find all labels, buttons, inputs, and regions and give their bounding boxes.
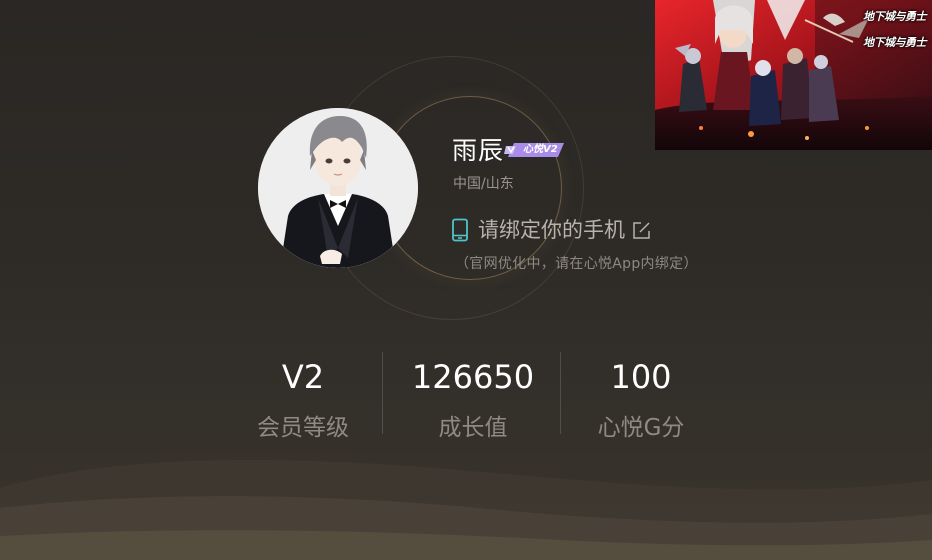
stat-label: 会员等级 (257, 415, 349, 441)
stat-value: 126650 (411, 358, 535, 396)
username: 雨辰 (452, 136, 505, 165)
stat-label: 心悦G分 (597, 415, 685, 441)
game-banner[interactable]: 地下城与勇士 地下城与勇士 (655, 0, 932, 150)
banner-logo-text: 地下城与勇士 (863, 10, 927, 23)
stat-label: 成长值 (438, 415, 508, 441)
vip-badge[interactable]: 心悦V2 (504, 141, 566, 159)
stat-growth-value[interactable]: 126650 成长值 (384, 352, 562, 448)
bind-phone-note: （官网优化中，请在心悦App内绑定） (455, 256, 698, 272)
stat-g-score[interactable]: 100 心悦G分 (552, 352, 730, 448)
stat-divider (382, 352, 383, 434)
edit-icon[interactable] (631, 220, 652, 241)
avatar[interactable] (258, 108, 418, 268)
banner-logo-text-2: 地下城与勇士 (863, 36, 927, 49)
avatar-image (258, 108, 418, 268)
user-location: 中国/山东 (453, 176, 514, 192)
bind-phone-link[interactable]: 请绑定你的手机 (451, 215, 652, 245)
vip-badge-text: 心悦V2 (523, 144, 558, 155)
phone-icon (452, 218, 468, 242)
bind-phone-label: 请绑定你的手机 (478, 218, 625, 242)
stat-value: 100 (610, 358, 672, 396)
stat-member-level[interactable]: V2 会员等级 (214, 352, 392, 448)
stat-value: V2 (281, 358, 325, 396)
